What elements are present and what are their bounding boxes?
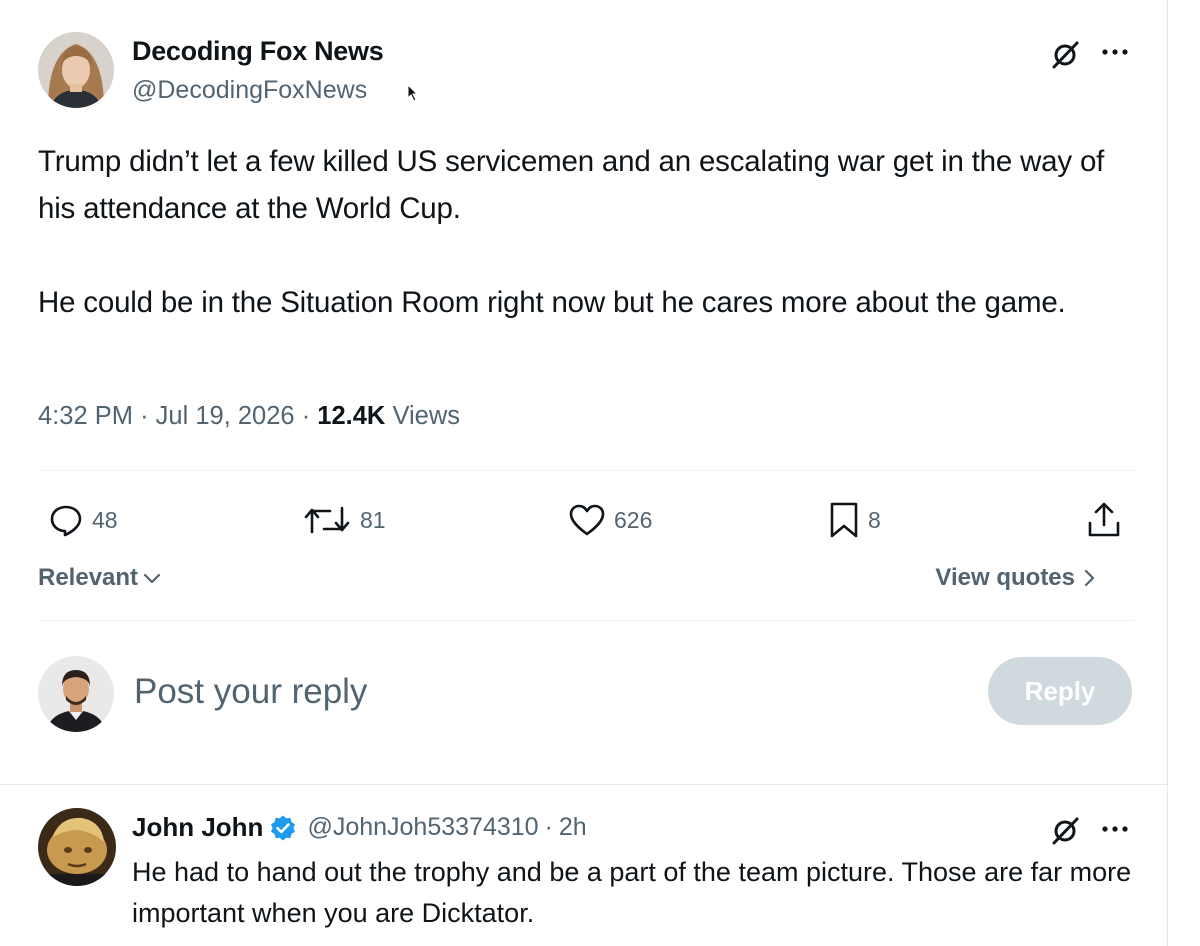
author-display-name[interactable]: Decoding Fox News (132, 36, 384, 67)
chevron-down-icon (143, 573, 161, 584)
reply-separator: · (544, 813, 553, 841)
verified-badge-icon (271, 815, 296, 840)
divider (38, 470, 1134, 471)
reply-text: He had to hand out the trophy and be a p… (132, 857, 1132, 928)
bookmark-count: 8 (868, 506, 881, 533)
meta-separator: · (301, 402, 311, 430)
post-paragraph: He could be in the Situation Room right … (38, 286, 1066, 319)
more-icon (1102, 826, 1128, 832)
current-user-avatar[interactable] (38, 656, 114, 732)
view-quotes-link[interactable]: View quotes (935, 564, 1097, 592)
post-detail-page: Decoding Fox News @DecodingFoxNews Trump… (0, 0, 1168, 946)
post-text: Trump didn’t let a few killed US service… (38, 138, 1148, 326)
grok-icon (1052, 41, 1079, 69)
like-icon (569, 504, 605, 536)
post-meta: 4:32 PM · Jul 19, 2026 · 12.4K Views (38, 402, 460, 431)
reply-author-handle[interactable]: @JohnJoh53374310 (307, 813, 538, 842)
share-action-button[interactable] (1086, 500, 1122, 540)
sort-label: Relevant (38, 564, 139, 591)
section-divider (0, 784, 1168, 785)
meta-separator: · (140, 402, 149, 430)
author-avatar[interactable] (38, 32, 114, 108)
like-count: 626 (614, 506, 653, 533)
repost-action-button[interactable]: 81 (302, 500, 386, 540)
reply-action-button[interactable]: 48 (48, 500, 118, 540)
reply-grok-button[interactable] (1046, 812, 1084, 850)
bookmark-action-button[interactable]: 8 (828, 500, 881, 540)
post-time[interactable]: 4:32 PM (38, 402, 133, 430)
repost-count: 81 (360, 506, 386, 533)
like-action-button[interactable]: 626 (568, 500, 652, 540)
repost-icon (304, 506, 350, 534)
author-handle[interactable]: @DecodingFoxNews (132, 76, 367, 105)
views-count: 12.4K (317, 402, 386, 430)
post-date[interactable]: Jul 19, 2026 (156, 402, 295, 430)
reply-input[interactable] (134, 666, 954, 718)
reply-icon (50, 505, 82, 537)
more-options-button[interactable] (1096, 33, 1134, 71)
reply-author-name[interactable]: John John (132, 812, 263, 843)
bookmark-icon (830, 502, 858, 538)
commenter-avatar[interactable] (38, 808, 116, 886)
reply-age[interactable]: 2h (559, 813, 587, 842)
sort-replies-dropdown[interactable]: Relevant (38, 564, 163, 592)
reply-more-options-button[interactable] (1096, 810, 1134, 848)
grok-button[interactable] (1046, 36, 1084, 74)
views-label: Views (392, 402, 460, 430)
mouse-pointer-icon (407, 84, 419, 102)
reply-button[interactable]: Reply (988, 657, 1132, 725)
post-paragraph: Trump didn’t let a few killed US service… (38, 145, 1105, 225)
reply-count: 48 (92, 506, 118, 533)
divider (38, 620, 1134, 621)
chevron-right-icon (1084, 569, 1095, 587)
reply-header: John John @JohnJoh53374310 · 2h (132, 812, 587, 843)
more-icon (1102, 49, 1128, 55)
view-quotes-label: View quotes (935, 564, 1075, 591)
share-icon (1088, 502, 1120, 537)
grok-icon (1052, 817, 1079, 845)
